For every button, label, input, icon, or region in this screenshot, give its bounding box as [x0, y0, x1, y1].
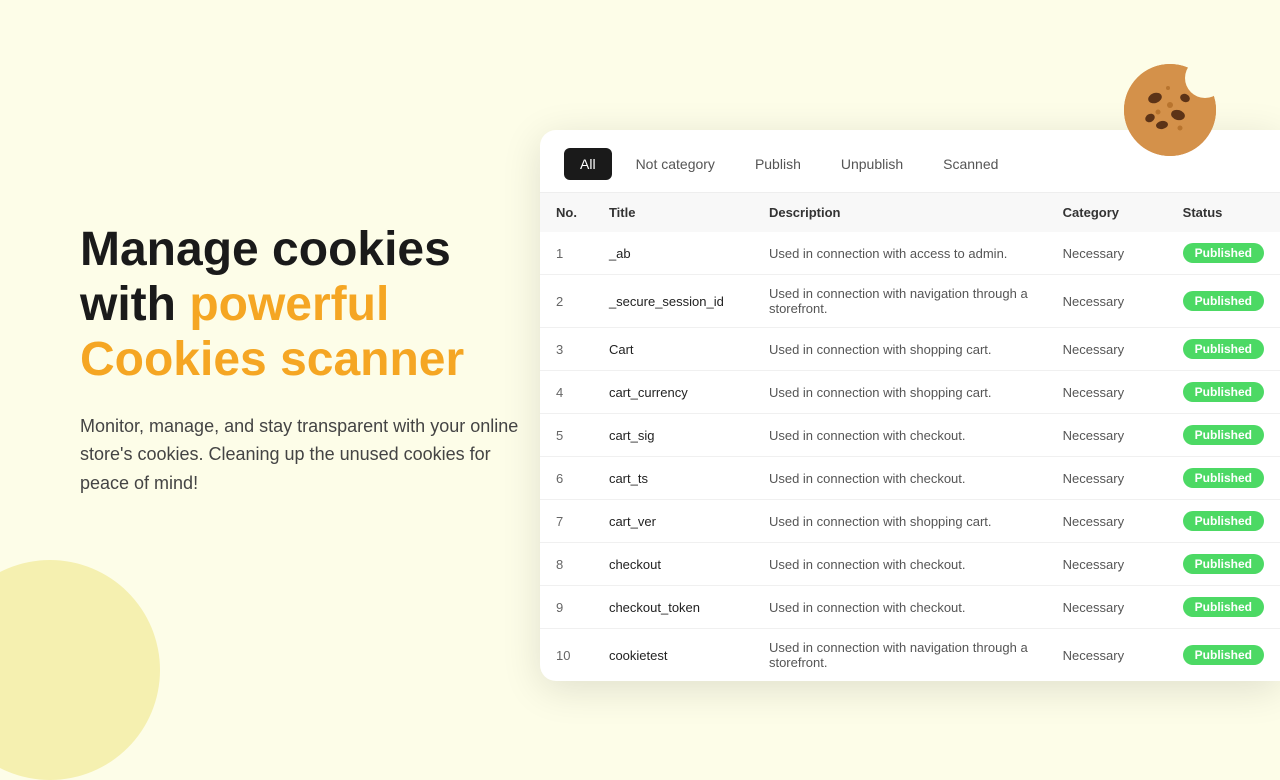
left-panel: Manage cookies with powerful Cookies sca… [80, 222, 520, 498]
status-badge: Published [1183, 511, 1264, 531]
cell-status: Published [1167, 543, 1280, 586]
cell-status: Published [1167, 414, 1280, 457]
table-card: All Not category Publish Unpublish Scann… [540, 130, 1280, 681]
cell-title: cart_currency [593, 371, 753, 414]
headline-line2-prefix: with [80, 278, 189, 331]
cell-category: Necessary [1047, 543, 1167, 586]
cell-no: 6 [540, 457, 593, 500]
table-row: 4 cart_currency Used in connection with … [540, 371, 1280, 414]
headline-highlight: powerful [189, 278, 389, 331]
cell-title: _secure_session_id [593, 275, 753, 328]
status-badge: Published [1183, 554, 1264, 574]
status-badge: Published [1183, 339, 1264, 359]
col-header-description: Description [753, 193, 1047, 232]
cell-title: checkout [593, 543, 753, 586]
cell-category: Necessary [1047, 414, 1167, 457]
decorative-circle [0, 560, 160, 780]
cell-title: cart_ver [593, 500, 753, 543]
table-row: 1 _ab Used in connection with access to … [540, 232, 1280, 275]
table-row: 9 checkout_token Used in connection with… [540, 586, 1280, 629]
tab-publish[interactable]: Publish [739, 148, 817, 180]
cell-category: Necessary [1047, 275, 1167, 328]
table-row: 7 cart_ver Used in connection with shopp… [540, 500, 1280, 543]
cell-category: Necessary [1047, 371, 1167, 414]
tab-scanned[interactable]: Scanned [927, 148, 1014, 180]
cell-status: Published [1167, 586, 1280, 629]
cell-no: 1 [540, 232, 593, 275]
cell-status: Published [1167, 371, 1280, 414]
tab-unpublish[interactable]: Unpublish [825, 148, 919, 180]
cell-no: 2 [540, 275, 593, 328]
cell-no: 4 [540, 371, 593, 414]
cell-status: Published [1167, 232, 1280, 275]
cell-description: Used in connection with access to admin. [753, 232, 1047, 275]
cell-title: cart_sig [593, 414, 753, 457]
status-badge: Published [1183, 382, 1264, 402]
cell-description: Used in connection with shopping cart. [753, 328, 1047, 371]
table-row: 10 cookietest Used in connection with na… [540, 629, 1280, 682]
col-header-no: No. [540, 193, 593, 232]
status-badge: Published [1183, 468, 1264, 488]
cell-category: Necessary [1047, 629, 1167, 682]
subtext: Monitor, manage, and stay transparent wi… [80, 412, 520, 498]
cell-title: checkout_token [593, 586, 753, 629]
status-badge: Published [1183, 425, 1264, 445]
cell-description: Used in connection with checkout. [753, 586, 1047, 629]
cell-status: Published [1167, 275, 1280, 328]
cell-category: Necessary [1047, 500, 1167, 543]
col-header-category: Category [1047, 193, 1167, 232]
table-row: 5 cart_sig Used in connection with check… [540, 414, 1280, 457]
cell-no: 8 [540, 543, 593, 586]
cell-title: _ab [593, 232, 753, 275]
cell-no: 3 [540, 328, 593, 371]
headline-line1: Manage cookies [80, 223, 451, 276]
cell-status: Published [1167, 500, 1280, 543]
status-badge: Published [1183, 597, 1264, 617]
cell-description: Used in connection with checkout. [753, 457, 1047, 500]
cell-title: cookietest [593, 629, 753, 682]
headline: Manage cookies with powerful Cookies sca… [80, 222, 520, 388]
table-row: 3 Cart Used in connection with shopping … [540, 328, 1280, 371]
status-badge: Published [1183, 243, 1264, 263]
cell-category: Necessary [1047, 457, 1167, 500]
col-header-status: Status [1167, 193, 1280, 232]
cell-no: 9 [540, 586, 593, 629]
table-row: 6 cart_ts Used in connection with checko… [540, 457, 1280, 500]
cell-description: Used in connection with checkout. [753, 543, 1047, 586]
cell-category: Necessary [1047, 328, 1167, 371]
tab-not-category[interactable]: Not category [620, 148, 731, 180]
cookie-icon [1120, 60, 1220, 160]
cookies-table: No. Title Description Category Status 1 … [540, 193, 1280, 681]
cell-title: Cart [593, 328, 753, 371]
cell-title: cart_ts [593, 457, 753, 500]
tab-all[interactable]: All [564, 148, 612, 180]
table-row: 2 _secure_session_id Used in connection … [540, 275, 1280, 328]
cell-status: Published [1167, 629, 1280, 682]
cell-description: Used in connection with navigation throu… [753, 275, 1047, 328]
status-badge: Published [1183, 291, 1264, 311]
cell-status: Published [1167, 457, 1280, 500]
cell-no: 10 [540, 629, 593, 682]
cell-no: 7 [540, 500, 593, 543]
cell-no: 5 [540, 414, 593, 457]
table-row: 8 checkout Used in connection with check… [540, 543, 1280, 586]
cell-description: Used in connection with checkout. [753, 414, 1047, 457]
col-header-title: Title [593, 193, 753, 232]
headline-line3: Cookies scanner [80, 333, 464, 386]
cell-description: Used in connection with navigation throu… [753, 629, 1047, 682]
cell-description: Used in connection with shopping cart. [753, 371, 1047, 414]
cell-description: Used in connection with shopping cart. [753, 500, 1047, 543]
status-badge: Published [1183, 645, 1264, 665]
cell-status: Published [1167, 328, 1280, 371]
cell-category: Necessary [1047, 232, 1167, 275]
cell-category: Necessary [1047, 586, 1167, 629]
table-header-row: No. Title Description Category Status [540, 193, 1280, 232]
